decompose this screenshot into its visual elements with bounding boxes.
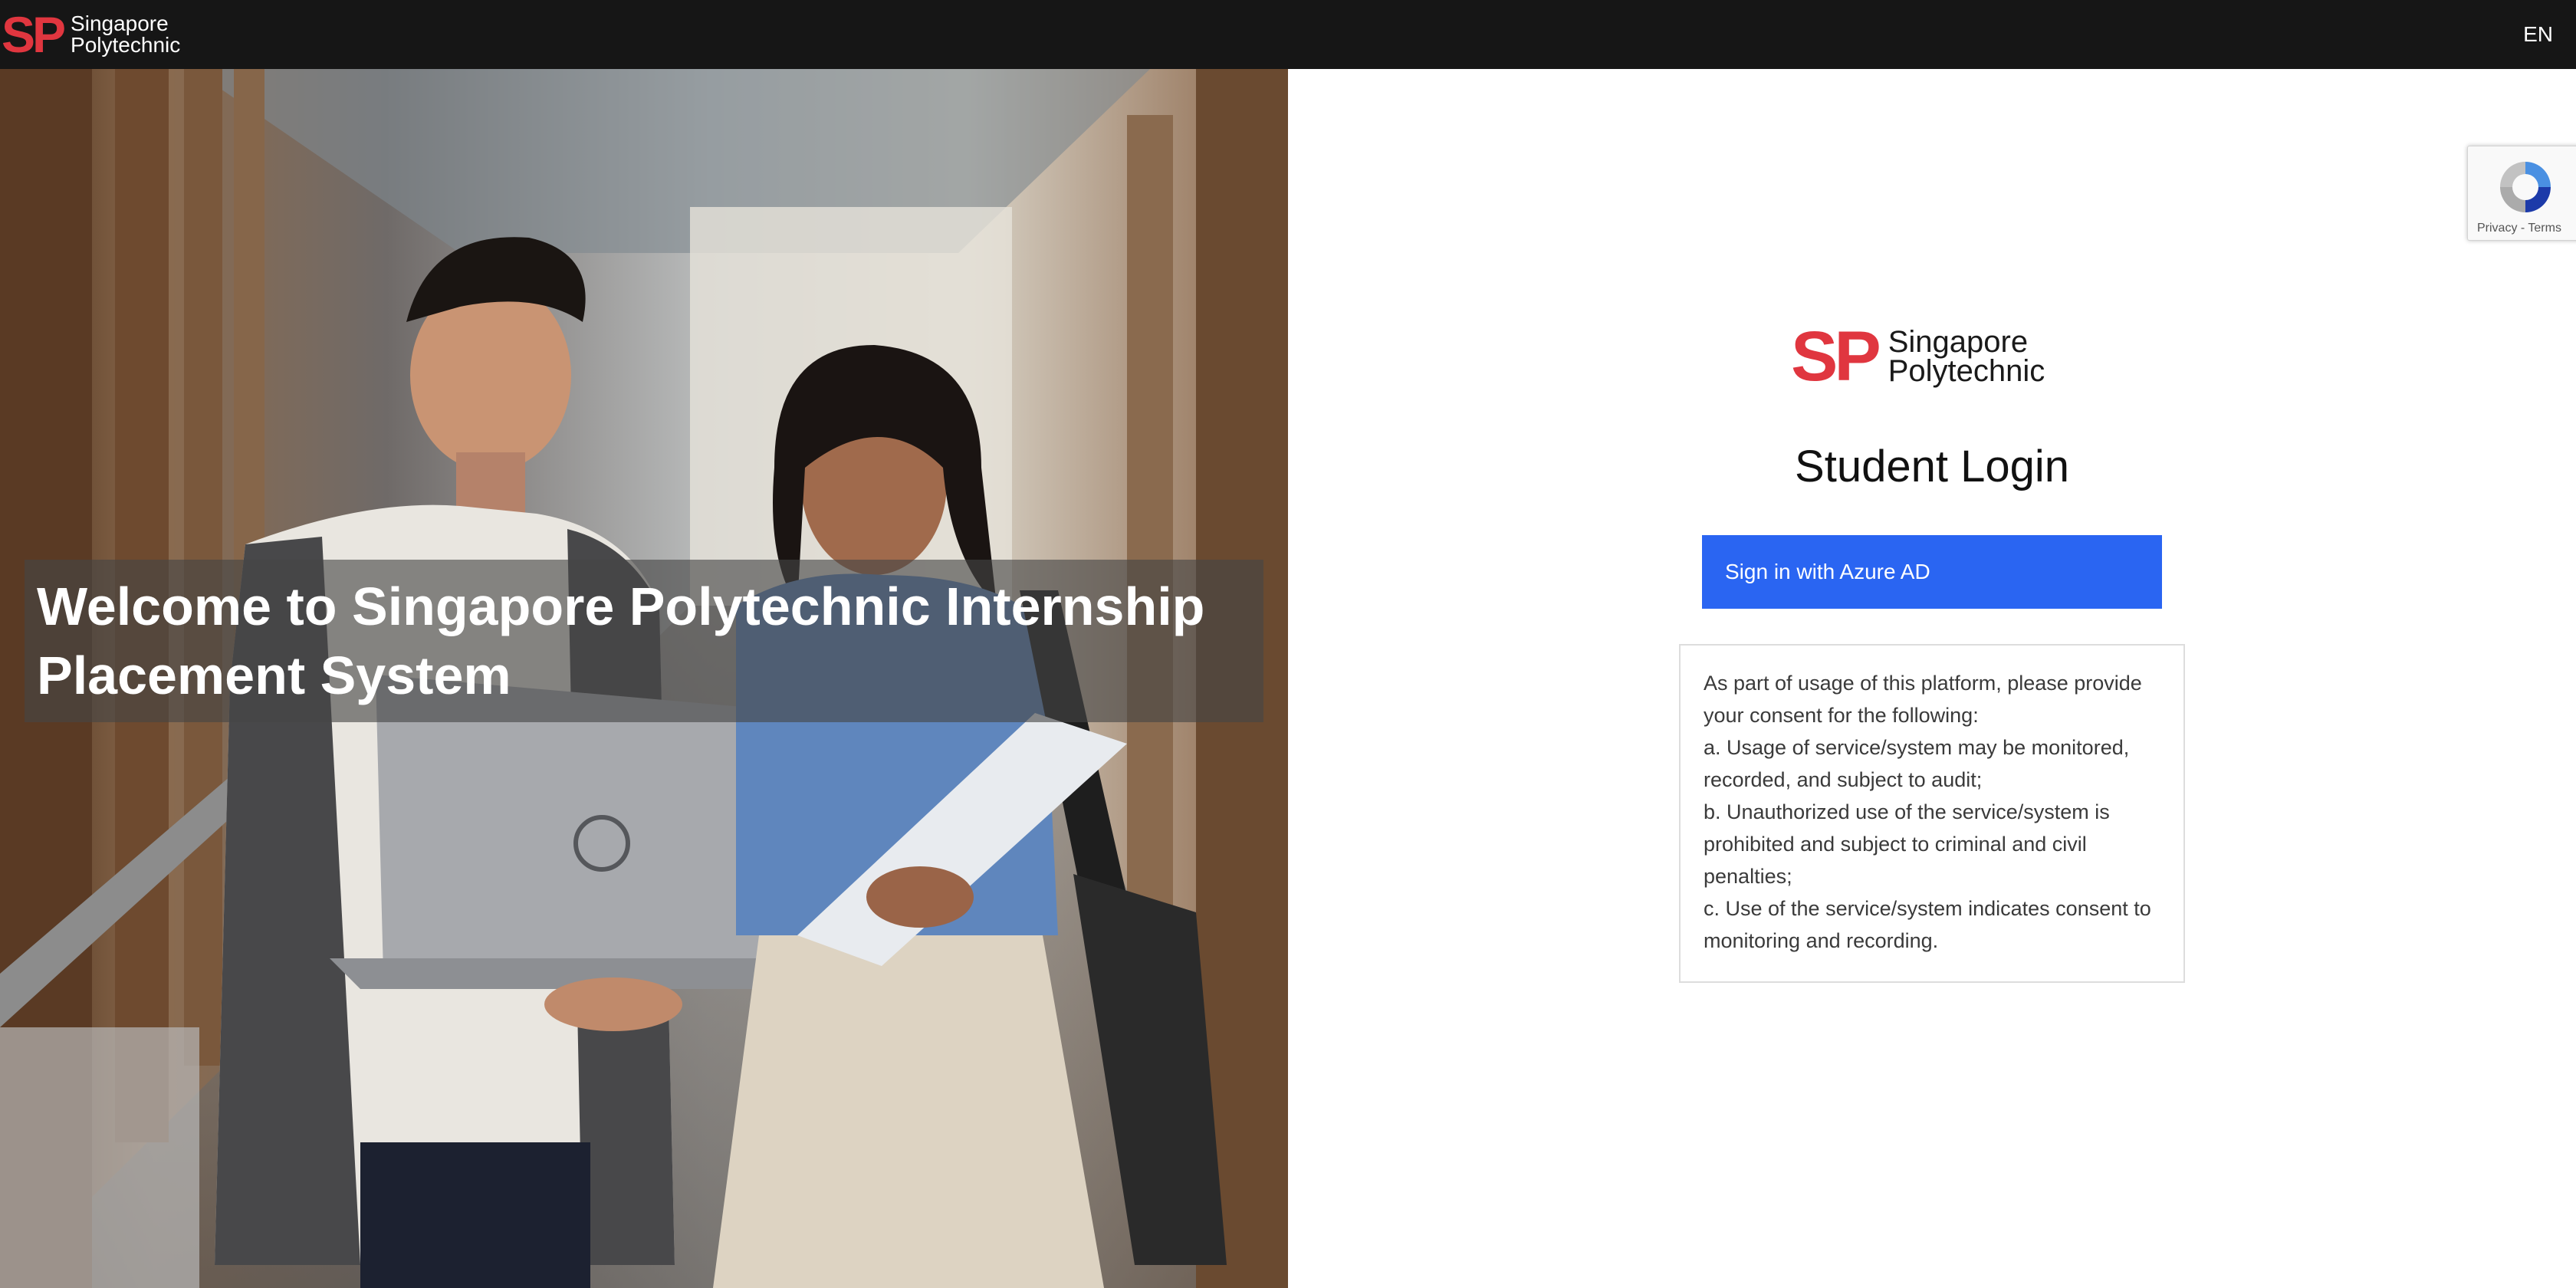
hero-image: Welcome to Singapore Polytechnic Interns…: [0, 69, 1288, 1288]
topbar-logo[interactable]: SP Singapore Polytechnic: [0, 0, 180, 69]
logo-line-2: Polytechnic: [71, 33, 181, 57]
consent-intro: As part of usage of this platform, pleas…: [1704, 672, 2142, 727]
login-title: Student Login: [1795, 442, 2069, 491]
top-bar: SP Singapore Polytechnic EN: [0, 0, 2576, 69]
recaptcha-icon: [2500, 162, 2551, 212]
sp-logo-mark: SP: [2, 6, 66, 63]
welcome-heading: Welcome to Singapore Polytechnic Interns…: [37, 577, 1205, 705]
welcome-banner: Welcome to Singapore Polytechnic Interns…: [25, 560, 1263, 722]
logo-wordmark: Singapore Polytechnic: [71, 13, 180, 56]
language-selector[interactable]: EN: [2523, 22, 2553, 47]
logo-wordmark: Singapore Polytechnic: [1888, 327, 2045, 386]
sp-logo: SP Singapore Polytechnic: [1791, 317, 2045, 396]
consent-item-b: b. Unauthorized use of the service/syste…: [1704, 800, 2110, 888]
logo-line-2: Polytechnic: [1888, 354, 2045, 388]
recaptcha-badge[interactable]: Privacy - Terms: [2467, 146, 2576, 241]
login-panel: SP Singapore Polytechnic Student Login S…: [1288, 69, 2576, 1288]
logo-line-1: Singapore: [1888, 325, 2029, 359]
logo-line-1: Singapore: [71, 12, 169, 35]
consent-notice: As part of usage of this platform, pleas…: [1679, 644, 2185, 983]
recaptcha-privacy-terms[interactable]: Privacy - Terms: [2477, 222, 2561, 235]
consent-item-a: a. Usage of service/system may be monito…: [1704, 736, 2130, 791]
consent-item-c: c. Use of the service/system indicates c…: [1704, 897, 2151, 952]
sp-logo-mark: SP: [1791, 317, 1881, 396]
azure-sign-in-button[interactable]: Sign in with Azure AD: [1702, 535, 2162, 609]
